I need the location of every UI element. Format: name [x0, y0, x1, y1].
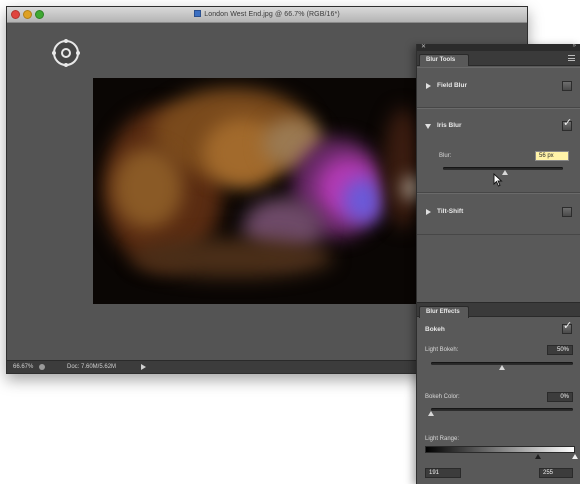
tilt-shift-checkbox[interactable] — [562, 207, 572, 217]
blur-effects-tabbar: Blur Effects — [417, 302, 580, 318]
field-blur-checkbox[interactable] — [562, 81, 572, 91]
document-titlebar[interactable]: London West End.jpg @ 66.7% (RGB/16*) — [7, 7, 527, 23]
iris-blur-label: Iris Blur — [437, 122, 462, 129]
iris-pin-center — [61, 48, 71, 58]
iris-pin-handle — [76, 51, 80, 55]
tab-blur-tools[interactable]: Blur Tools — [419, 54, 469, 66]
light-range-label: Light Range: — [425, 436, 460, 442]
tilt-shift-section: Tilt-Shift — [417, 193, 580, 235]
iris-blur-section: Iris Blur ✓ Blur: 56 px — [417, 108, 580, 193]
expand-arrow-icon[interactable] — [426, 83, 431, 89]
tilt-shift-label: Tilt-Shift — [437, 208, 464, 215]
blur-panel: ✕ » Blur Tools Field Blur Iris Blur ✓ Bl… — [416, 43, 580, 484]
bokeh-light — [133, 238, 333, 278]
checkmark-icon: ✓ — [563, 320, 573, 332]
light-bokeh-label: Light Bokeh: — [425, 347, 459, 353]
iris-pin-handle — [64, 63, 68, 67]
blur-tools-tabbar: Blur Tools — [417, 51, 580, 66]
status-menu-icon[interactable] — [39, 364, 45, 370]
expand-arrow-icon[interactable] — [426, 209, 431, 215]
light-range-high-thumb[interactable] — [572, 454, 578, 459]
light-range-low-input[interactable]: 191 — [425, 468, 461, 478]
blurred-photo[interactable] — [93, 78, 423, 304]
panel-header-strip[interactable]: ✕ » — [417, 43, 580, 51]
light-bokeh-slider-thumb[interactable] — [499, 365, 505, 370]
status-arrow-icon[interactable] — [141, 364, 146, 370]
bokeh-color-slider-track[interactable] — [431, 408, 573, 411]
field-blur-section: Field Blur — [417, 67, 580, 108]
panel-menu-icon[interactable] — [568, 55, 575, 61]
tab-blur-effects[interactable]: Blur Effects — [419, 306, 469, 318]
field-blur-label: Field Blur — [437, 82, 467, 89]
mouse-cursor-icon — [493, 173, 503, 187]
collapse-icon[interactable]: » — [573, 43, 576, 49]
iris-blur-header[interactable]: Iris Blur ✓ — [417, 114, 580, 140]
tilt-shift-header[interactable]: Tilt-Shift — [417, 200, 580, 226]
collapse-arrow-icon[interactable] — [425, 124, 431, 129]
blur-slider-thumb[interactable] — [502, 170, 509, 175]
bokeh-color-input[interactable]: 0% — [547, 392, 573, 402]
iris-blur-checkbox[interactable]: ✓ — [562, 117, 573, 131]
bokeh-light — [113, 148, 183, 228]
iris-pin-handle — [52, 51, 56, 55]
close-icon[interactable]: ✕ — [421, 43, 426, 50]
bokeh-checkbox[interactable]: ✓ — [562, 320, 573, 334]
zoom-level[interactable]: 66.67% — [13, 364, 33, 370]
iris-pin-handle — [64, 39, 68, 43]
iris-pin-icon[interactable] — [52, 39, 80, 67]
document-file-icon — [194, 10, 202, 17]
document-title-text: London West End.jpg @ 66.7% (RGB/16*) — [204, 11, 340, 18]
blur-amount-input[interactable]: 56 px — [535, 151, 569, 161]
bokeh-label: Bokeh — [425, 326, 445, 333]
document-title: London West End.jpg @ 66.7% (RGB/16*) — [7, 10, 527, 18]
field-blur-header[interactable]: Field Blur — [417, 74, 580, 100]
document-size: Doc: 7.60M/5.62M — [67, 364, 117, 370]
bokeh-color-slider-thumb[interactable] — [428, 411, 434, 416]
light-range-gradient[interactable] — [425, 446, 575, 453]
light-range-low-thumb[interactable] — [534, 454, 541, 459]
bokeh-color-label: Bokeh Color: — [425, 394, 460, 400]
light-bokeh-input[interactable]: 50% — [547, 345, 573, 355]
screen: London West End.jpg @ 66.7% (RGB/16*) 66… — [0, 0, 580, 484]
light-range-high-input[interactable]: 255 — [539, 468, 573, 478]
bokeh-light — [343, 178, 383, 223]
checkmark-icon: ✓ — [563, 117, 573, 129]
blur-amount-label: Blur: — [439, 153, 452, 159]
